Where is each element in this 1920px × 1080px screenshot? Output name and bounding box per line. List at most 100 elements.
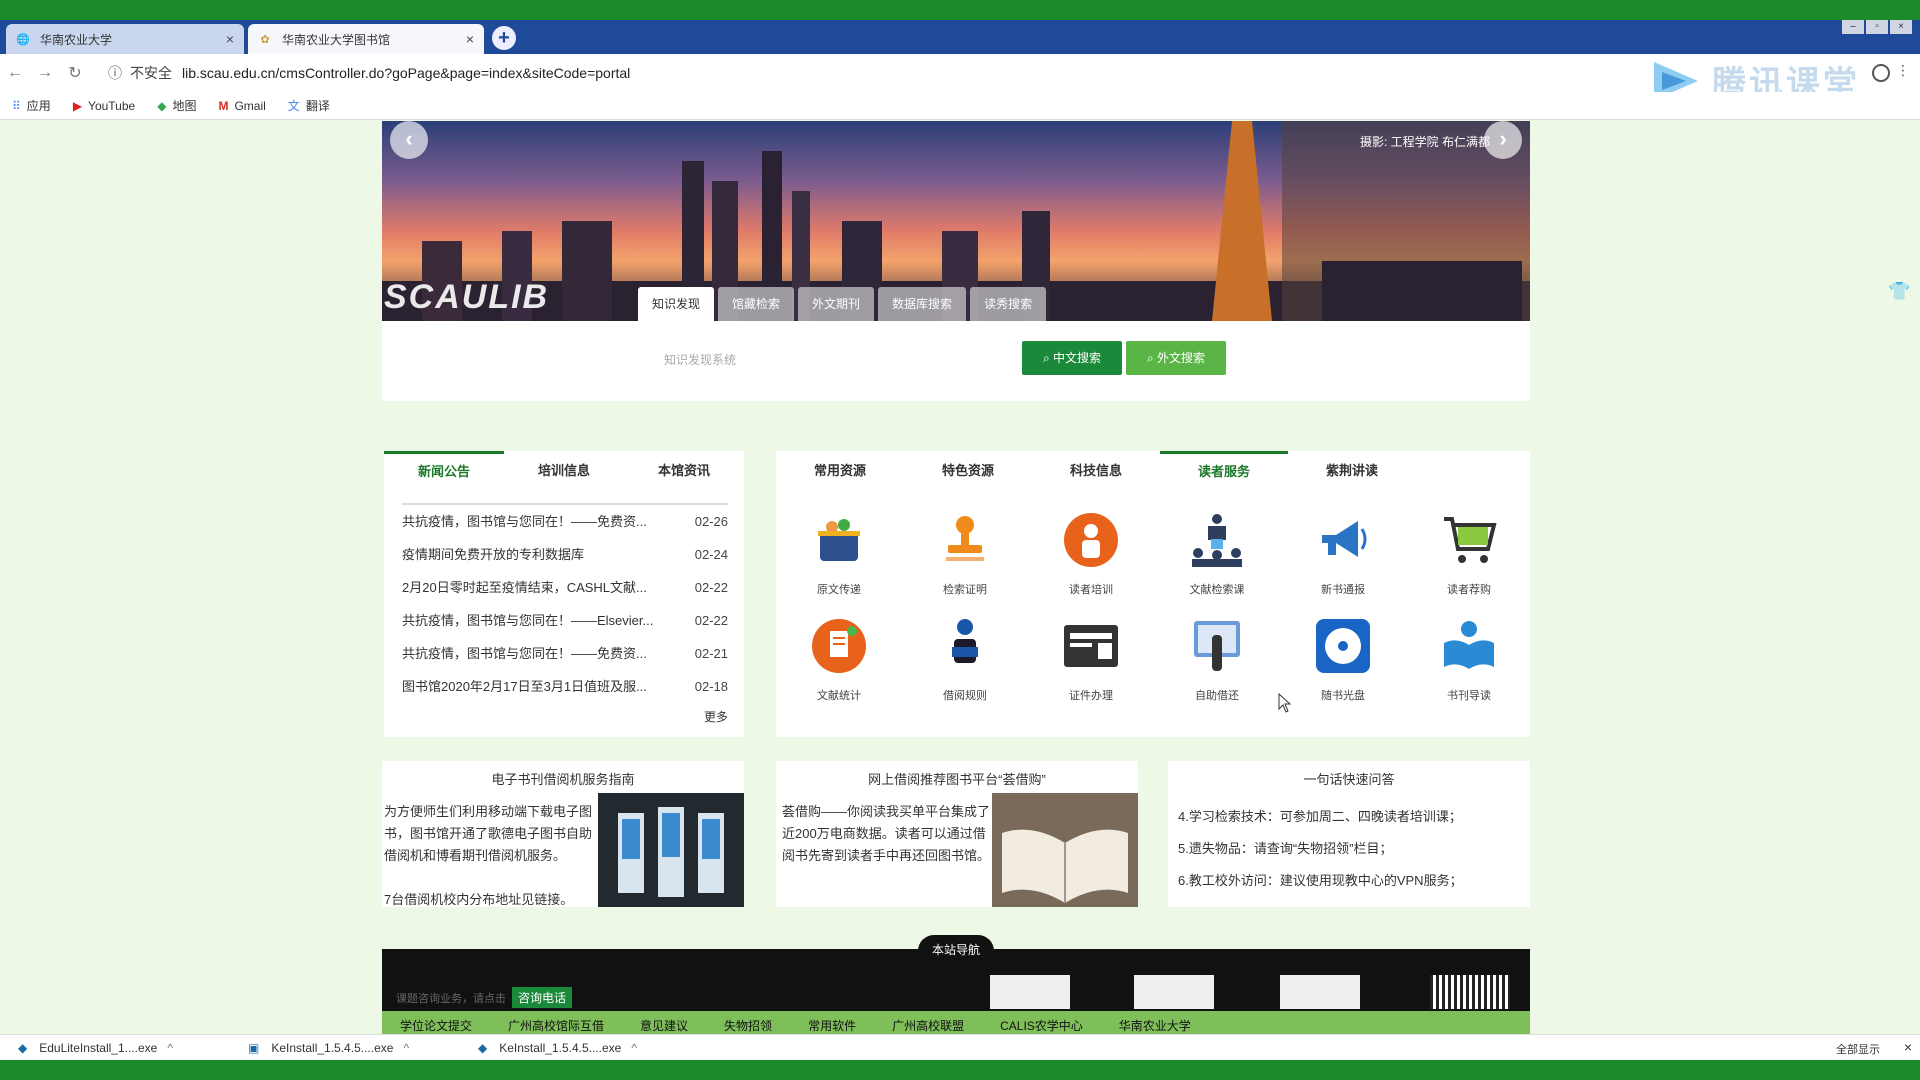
card-title[interactable]: 网上借阅推荐图书平台“荟借购” bbox=[776, 769, 1138, 788]
tab-sci-tech-info[interactable]: 科技信息 bbox=[1032, 451, 1160, 491]
tab-training[interactable]: 培训信息 bbox=[504, 451, 624, 491]
footer-link[interactable]: 学位论文提交 bbox=[382, 1017, 490, 1034]
service-card-processing[interactable]: 证件办理 bbox=[1028, 615, 1154, 703]
bookmark-translate[interactable]: 文翻译 bbox=[288, 97, 330, 114]
service-self-checkout[interactable]: 自助借还 bbox=[1154, 615, 1280, 703]
tab-common-resources[interactable]: 常用资源 bbox=[776, 451, 904, 491]
chinese-search-button[interactable]: ⌕ 中文搜索 bbox=[1022, 341, 1122, 375]
library-page: SCAULIB 摄影: 工程学院 布仁满都 ‹ › 知识发现 馆藏检索 外文期刊… bbox=[0, 121, 1920, 1034]
search-tab-catalog[interactable]: 馆藏检索 bbox=[718, 287, 795, 321]
service-literature-course[interactable]: 文献检索课 bbox=[1154, 509, 1280, 597]
footer-link[interactable]: 常用软件 bbox=[790, 1017, 874, 1034]
chevron-up-icon[interactable]: ^ bbox=[403, 1041, 409, 1055]
list-item[interactable]: 图书馆2020年2月17日至3月1日值班及服... 02-18 bbox=[402, 670, 728, 703]
search-tab-duxiu[interactable]: 读秀搜索 bbox=[970, 287, 1047, 321]
chevron-up-icon[interactable]: ^ bbox=[631, 1041, 637, 1055]
search-input[interactable]: 知识发现系统 bbox=[662, 345, 1002, 375]
close-window-icon[interactable]: × bbox=[1890, 20, 1912, 34]
reload-icon[interactable]: ↻ bbox=[60, 63, 90, 83]
footer-link[interactable]: 广州高校联盟 bbox=[874, 1017, 982, 1034]
service-reader-training[interactable]: 读者培训 bbox=[1028, 509, 1154, 597]
qr-code-icon bbox=[1430, 975, 1510, 1009]
footer-logo[interactable] bbox=[1280, 975, 1360, 1009]
faq-item[interactable]: 4.学习检索技术：可参加周二、四晚读者培训课； bbox=[1178, 801, 1463, 833]
list-item[interactable]: 共抗疫情，图书馆与您同在！——免费资... 02-21 bbox=[402, 637, 728, 670]
address-bar: ← → ↻ ⓘ 不安全 lib.scau.edu.cn/cmsControlle… bbox=[0, 54, 1920, 103]
download-item[interactable]: ◆ KeInstall_1.5.4.5....exe ^ bbox=[460, 1041, 690, 1055]
close-tab-icon[interactable]: × bbox=[466, 31, 474, 47]
service-search-certificate[interactable]: 检索证明 bbox=[902, 509, 1028, 597]
news-panel: 新闻公告 培训信息 本馆资讯 共抗疫情，图书馆与您同在！——免费资... 02-2… bbox=[384, 451, 744, 737]
browser-tab-active[interactable]: ✿ 华南农业大学图书馆 × bbox=[248, 24, 484, 54]
tab-reader-services[interactable]: 读者服务 bbox=[1160, 451, 1288, 491]
bookmark-maps[interactable]: ◆ 地图 bbox=[157, 97, 196, 114]
disc-icon bbox=[1316, 619, 1370, 673]
huijiegou-card[interactable]: 网上借阅推荐图书平台“荟借购” 荟借购——你阅读我买单平台集成了近200万电商数… bbox=[776, 761, 1138, 907]
foreign-search-button[interactable]: ⌕ 外文搜索 bbox=[1126, 341, 1226, 375]
consult-phone-button[interactable]: 咨询电话 bbox=[512, 987, 573, 1008]
footer-logo[interactable] bbox=[1134, 975, 1214, 1009]
service-purchase-recommend[interactable]: 读者荐购 bbox=[1406, 509, 1532, 597]
footer-link[interactable]: CALIS农学中心 bbox=[982, 1017, 1101, 1034]
more-link[interactable]: 更多 bbox=[704, 708, 728, 725]
close-download-bar-icon[interactable]: × bbox=[1904, 1039, 1912, 1055]
card-title[interactable]: 电子书刊借阅机服务指南 bbox=[382, 769, 744, 788]
banner-carousel: SCAULIB 摄影: 工程学院 布仁满都 ‹ › 知识发现 馆藏检索 外文期刊… bbox=[382, 121, 1530, 321]
ereader-guide-card[interactable]: 电子书刊借阅机服务指南 为方便师生们利用移动端下载电子图书，图书馆开通了歌德电子… bbox=[382, 761, 744, 907]
translate-icon: 文 bbox=[287, 99, 300, 113]
faq-item[interactable]: 5.遗失物品：请查询“失物招领”栏目； bbox=[1178, 833, 1463, 865]
close-tab-icon[interactable]: × bbox=[226, 31, 234, 47]
bookmark-youtube[interactable]: ▶ YouTube bbox=[73, 99, 135, 113]
forward-icon[interactable]: → bbox=[30, 64, 60, 82]
url-text[interactable]: lib.scau.edu.cn/cmsController.do?goPage&… bbox=[182, 65, 630, 81]
footer-link[interactable]: 意见建议 bbox=[622, 1017, 706, 1034]
maximize-icon[interactable]: ▫ bbox=[1866, 20, 1888, 34]
search-tab-knowledge[interactable]: 知识发现 bbox=[638, 287, 715, 321]
tab-zijing-lectures[interactable]: 紫荆讲读 bbox=[1288, 451, 1416, 491]
list-item[interactable]: 2月20日零时起至疫情结束，CASHL文献... 02-22 bbox=[402, 571, 728, 604]
search-tab-foreign-journals[interactable]: 外文期刊 bbox=[798, 287, 875, 321]
download-item[interactable]: ◆ EduLiteInstall_1....exe ^ bbox=[0, 1041, 230, 1055]
service-new-books[interactable]: 新书通报 bbox=[1280, 509, 1406, 597]
tab-news[interactable]: 新闻公告 bbox=[384, 451, 504, 491]
search-tab-database[interactable]: 数据库搜索 bbox=[878, 287, 967, 321]
reader-icon bbox=[952, 619, 978, 663]
info-icon[interactable]: ⓘ bbox=[108, 63, 122, 83]
footer-logo[interactable] bbox=[990, 975, 1070, 1009]
tab-special-resources[interactable]: 特色资源 bbox=[904, 451, 1032, 491]
tab-library-info[interactable]: 本馆资讯 bbox=[624, 451, 744, 491]
list-item[interactable]: 共抗疫情，图书馆与您同在！——Elsevier... 02-22 bbox=[402, 604, 728, 637]
card-body: 为方便师生们利用移动端下载电子图书，图书馆开通了歌德电子图书自助借阅机和博看期刊… bbox=[384, 804, 593, 907]
footer-links: 学位论文提交 广州高校馆际互借 意见建议 失物招领 常用软件 广州高校联盟 CA… bbox=[382, 1011, 1530, 1034]
list-item[interactable]: 疫情期间免费开放的专利数据库 02-24 bbox=[402, 538, 728, 571]
service-cd-with-book[interactable]: 随书光盘 bbox=[1280, 615, 1406, 703]
menu-icon[interactable]: ⋮ bbox=[1896, 62, 1910, 79]
footer-link[interactable]: 广州高校馆际互借 bbox=[490, 1017, 622, 1034]
card-title[interactable]: 一句话快速问答 bbox=[1168, 769, 1530, 788]
service-borrowing-rules[interactable]: 借阅规则 bbox=[902, 615, 1028, 703]
footer-link[interactable]: 失物招领 bbox=[706, 1017, 790, 1034]
bookmark-apps[interactable]: ⠿ 应用 bbox=[12, 97, 51, 114]
chevron-up-icon[interactable]: ^ bbox=[167, 1041, 173, 1055]
bookmark-gmail[interactable]: M Gmail bbox=[218, 99, 265, 113]
service-document-stats[interactable]: 文献统计 bbox=[776, 615, 902, 703]
footer-link[interactable]: 华南农业大学 bbox=[1101, 1017, 1209, 1034]
minimize-icon[interactable]: – bbox=[1842, 20, 1864, 34]
url-field[interactable]: ⓘ 不安全 lib.scau.edu.cn/cmsController.do?g… bbox=[102, 63, 630, 83]
basket-icon bbox=[818, 519, 860, 561]
new-tab-button[interactable]: + bbox=[492, 26, 516, 50]
banner-next-icon[interactable]: › bbox=[1484, 121, 1522, 159]
footer-heading: 本站导航 bbox=[917, 935, 995, 964]
lecture-icon bbox=[1192, 514, 1242, 567]
profile-icon[interactable] bbox=[1872, 64, 1890, 82]
service-document-delivery[interactable]: 原文传递 bbox=[776, 509, 902, 597]
service-reading-guide[interactable]: 书刊导读 bbox=[1406, 615, 1532, 703]
back-icon[interactable]: ← bbox=[0, 64, 30, 82]
list-item[interactable]: 共抗疫情，图书馆与您同在！——免费资... 02-26 bbox=[402, 505, 728, 538]
show-all-downloads-link[interactable]: 全部显示 bbox=[1836, 1041, 1880, 1057]
faq-item[interactable]: 6.教工校外访问：建议使用现教中心的VPN服务； bbox=[1178, 865, 1463, 897]
download-item[interactable]: ▣ KeInstall_1.5.4.5....exe ^ bbox=[230, 1041, 460, 1055]
shirt-icon[interactable]: 👕 bbox=[1888, 281, 1910, 302]
banner-prev-icon[interactable]: ‹ bbox=[390, 121, 428, 159]
browser-tab[interactable]: 🌐 华南农业大学 × bbox=[6, 24, 244, 54]
